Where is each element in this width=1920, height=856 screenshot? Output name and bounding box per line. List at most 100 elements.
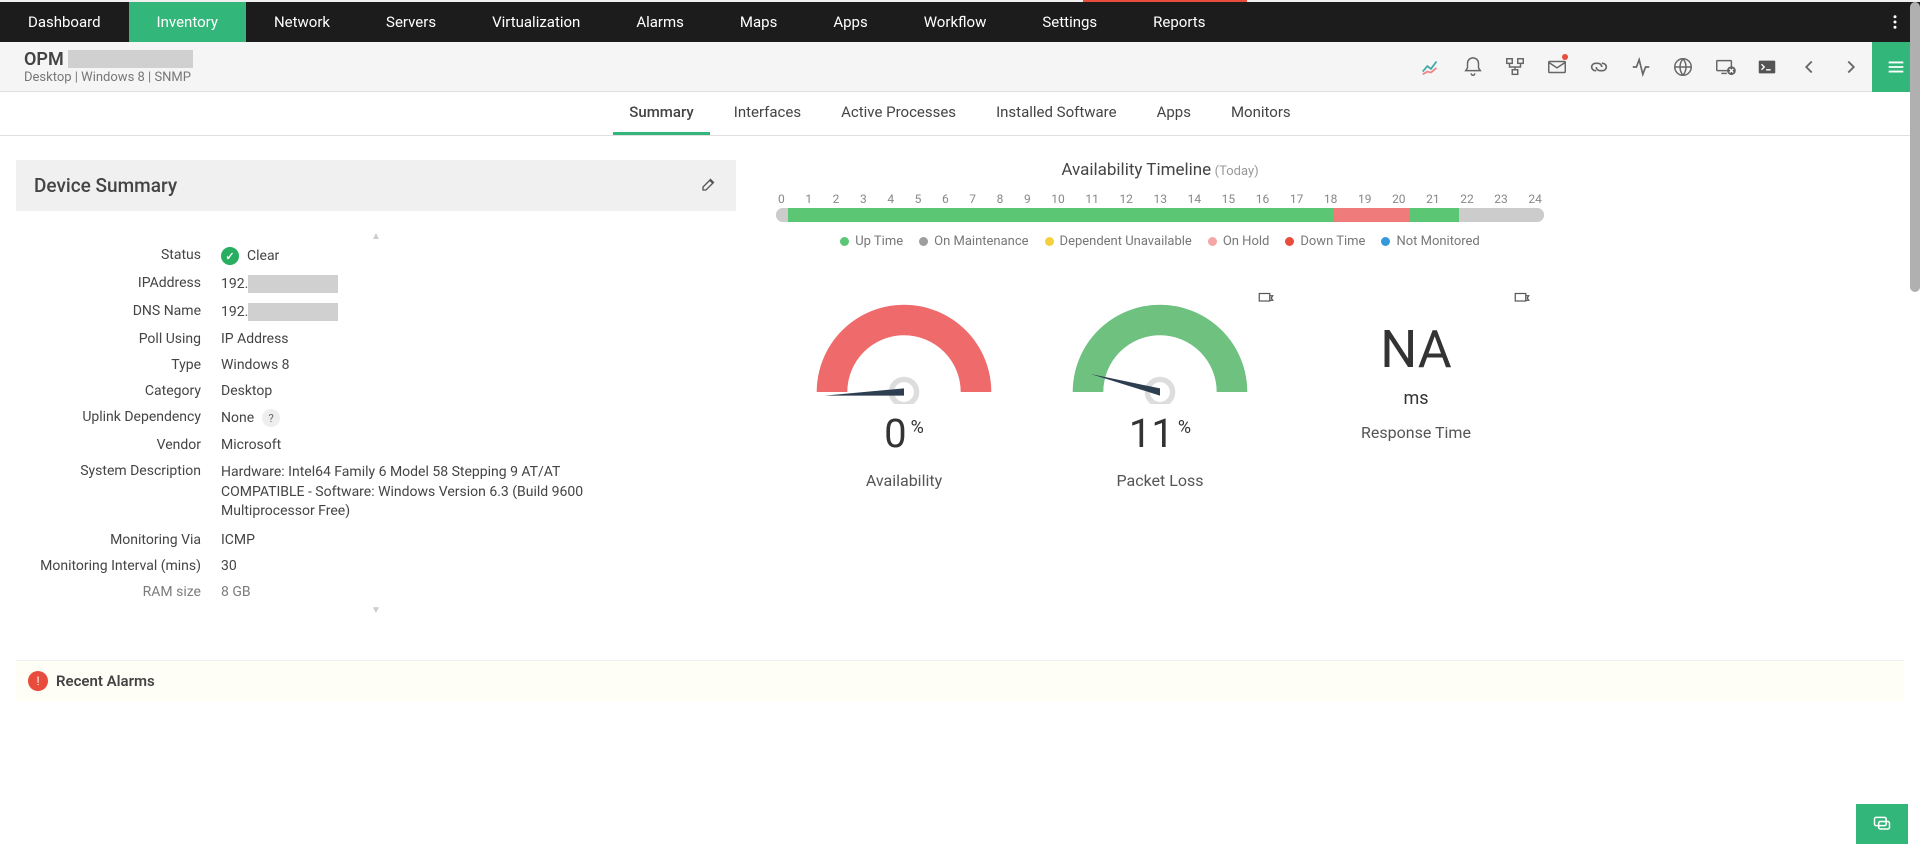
nav-dashboard[interactable]: Dashboard [0, 2, 129, 42]
gauge-response-time-unit: ms [1288, 388, 1544, 409]
bell-icon[interactable] [1452, 42, 1494, 92]
gauge-response-time-value: NA [1288, 299, 1544, 380]
ping-icon-2[interactable] [1512, 289, 1532, 311]
legend-item: On Hold [1208, 234, 1270, 249]
globe-icon[interactable] [1662, 42, 1704, 92]
legend-dot-icon [840, 237, 849, 246]
legend-item: Up Time [840, 234, 903, 249]
topology-icon[interactable] [1494, 42, 1536, 92]
nav-servers[interactable]: Servers [358, 2, 464, 42]
legend-dot-icon [919, 237, 928, 246]
legend-item: Down Time [1285, 234, 1365, 249]
gauge-response-time: NA ms Response Time [1288, 299, 1544, 490]
value-interval: 30 [221, 558, 601, 574]
nav-more-icon[interactable] [1878, 2, 1912, 42]
gauges-row: 0% Availability 11% Packet Loss NA ms Re… [776, 299, 1544, 490]
prev-device-icon[interactable] [1788, 42, 1830, 92]
value-uplink: None? [221, 409, 601, 427]
label-ipaddress: IPAddress [16, 275, 221, 291]
status-check-icon [221, 247, 239, 265]
value-category: Desktop [221, 383, 601, 399]
nav-apps[interactable]: Apps [805, 2, 895, 42]
timeline-segment [1459, 208, 1543, 222]
tab-interfaces[interactable]: Interfaces [718, 92, 817, 135]
recent-alarms-header[interactable]: ! Recent Alarms [16, 660, 1904, 701]
value-monvia: ICMP [221, 532, 601, 548]
value-vendor: Microsoft [221, 437, 601, 453]
legend-dot-icon [1208, 237, 1217, 246]
nav-virtualization[interactable]: Virtualization [464, 2, 608, 42]
gauge-availability-label: Availability [776, 471, 1032, 490]
nav-workflow[interactable]: Workflow [896, 2, 1015, 42]
value-type: Windows 8 [221, 357, 601, 373]
vertical-scrollbar[interactable] [1910, 2, 1920, 292]
mail-icon[interactable] [1536, 42, 1578, 92]
activity-icon[interactable] [1620, 42, 1662, 92]
value-ram: 8 GB [221, 584, 601, 600]
label-interval: Monitoring Interval (mins) [16, 558, 221, 574]
terminal-icon[interactable] [1746, 42, 1788, 92]
tab-summary[interactable]: Summary [613, 92, 709, 135]
gauge-availability-svg [814, 299, 994, 404]
scroll-down-icon[interactable]: ▼ [16, 605, 736, 616]
recent-alarms-label: Recent Alarms [56, 672, 155, 690]
edit-icon[interactable] [700, 175, 718, 197]
tab-monitors[interactable]: Monitors [1215, 92, 1307, 135]
scroll-up-icon[interactable]: ▲ [16, 231, 736, 242]
gauge-availability: 0% Availability [776, 299, 1032, 490]
nav-inventory[interactable]: Inventory [129, 2, 246, 42]
header-actions [1410, 42, 1920, 91]
chat-fab[interactable] [1856, 804, 1908, 844]
timeline-segment [788, 208, 1333, 222]
legend-item: Dependent Unavailable [1045, 234, 1192, 249]
monitor-off-icon[interactable] [1704, 42, 1746, 92]
timeline-bar[interactable] [776, 208, 1544, 222]
tab-active-processes[interactable]: Active Processes [825, 92, 972, 135]
device-summary-title: Device Summary [34, 174, 177, 197]
nav-alarms[interactable]: Alarms [608, 2, 712, 42]
tab-apps[interactable]: Apps [1141, 92, 1207, 135]
timeline-hours: 0123456789101112131415161718192021222324 [776, 192, 1544, 206]
ping-icon[interactable] [1256, 289, 1276, 311]
timeline-legend: Up TimeOn MaintenanceDependent Unavailab… [776, 234, 1544, 249]
tab-installed-software[interactable]: Installed Software [980, 92, 1133, 135]
nav-settings[interactable]: Settings [1014, 2, 1125, 42]
gauge-packet-loss-value: 11% [1032, 410, 1288, 457]
next-device-icon[interactable] [1830, 42, 1872, 92]
label-ram: RAM size [16, 584, 221, 600]
timeline-segment [1410, 208, 1460, 222]
label-category: Category [16, 383, 221, 399]
ip-redacted [248, 275, 338, 293]
legend-item: Not Monitored [1381, 234, 1479, 249]
help-icon[interactable]: ? [262, 409, 280, 427]
nav-network[interactable]: Network [246, 2, 358, 42]
main-nav: Dashboard Inventory Network Servers Virt… [0, 2, 1920, 42]
link-icon[interactable] [1578, 42, 1620, 92]
label-status: Status [16, 247, 221, 263]
label-pollusing: Poll Using [16, 331, 221, 347]
value-sysdesc: Hardware: Intel64 Family 6 Model 58 Step… [221, 463, 601, 522]
gauge-packet-loss-label: Packet Loss [1032, 471, 1288, 490]
device-title-prefix: OPM [24, 49, 64, 70]
label-dnsname: DNS Name [16, 303, 221, 319]
gauge-packet-loss-svg [1070, 299, 1250, 404]
nav-maps[interactable]: Maps [712, 2, 805, 42]
sub-header: OPM Desktop | Windows 8 | SNMP [0, 42, 1920, 92]
nav-reports[interactable]: Reports [1125, 2, 1233, 42]
gauge-availability-value: 0% [776, 410, 1032, 457]
detail-tabs: Summary Interfaces Active Processes Inst… [0, 92, 1920, 136]
label-uplink: Uplink Dependency [16, 409, 221, 425]
value-pollusing: IP Address [221, 331, 601, 347]
legend-dot-icon [1285, 237, 1294, 246]
value-ipaddress: 192. [221, 275, 601, 293]
chart-icon[interactable] [1410, 42, 1452, 92]
label-monvia: Monitoring Via [16, 532, 221, 548]
device-title: OPM [24, 49, 193, 70]
alarm-icon: ! [28, 671, 48, 691]
value-dnsname: 192. [221, 303, 601, 321]
timeline-segment [1333, 208, 1410, 222]
mail-notification-dot [1562, 54, 1568, 60]
legend-dot-icon [1045, 237, 1054, 246]
device-breadcrumb: Desktop | Windows 8 | SNMP [24, 70, 193, 85]
device-title-redacted [68, 50, 193, 68]
